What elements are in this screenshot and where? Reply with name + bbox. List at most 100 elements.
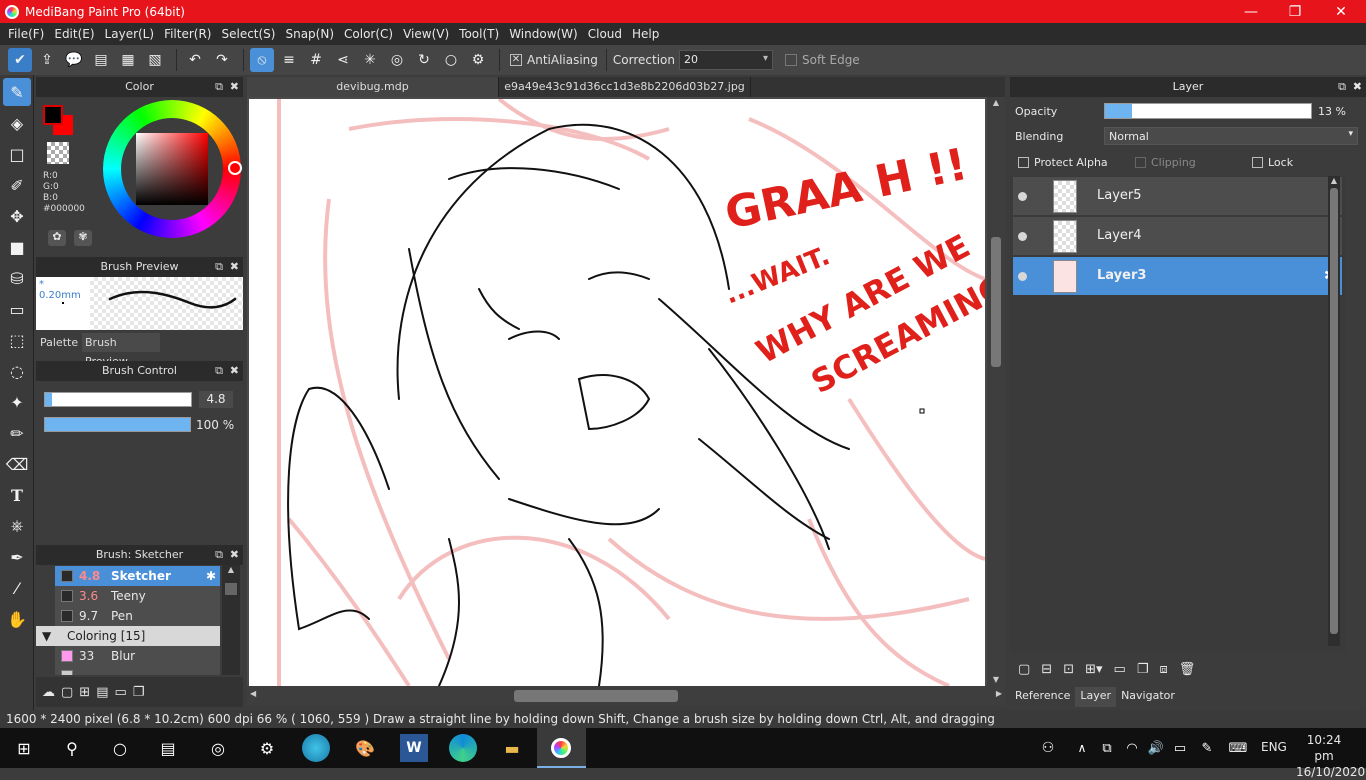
visibility-eye-icon[interactable] bbox=[1018, 192, 1027, 201]
dot-tool-icon[interactable]: ✐ bbox=[3, 171, 31, 199]
visibility-eye-icon[interactable] bbox=[1018, 272, 1027, 281]
select-pen-tool-icon[interactable]: ✏ bbox=[3, 419, 31, 447]
edge-icon[interactable] bbox=[449, 734, 477, 762]
correction-select[interactable]: 20 bbox=[679, 50, 773, 70]
lock-checkbox[interactable] bbox=[1252, 157, 1263, 168]
menu-tool[interactable]: Tool(T) bbox=[454, 27, 504, 41]
divide-tool-icon[interactable]: ⎈ bbox=[3, 512, 31, 540]
pen-icon[interactable]: ✎ bbox=[1193, 734, 1221, 762]
text-tool-icon[interactable]: T bbox=[3, 481, 31, 509]
close-icon[interactable]: ✖ bbox=[230, 545, 239, 565]
select-eraser-tool-icon[interactable]: ⌫ bbox=[3, 450, 31, 478]
layer-row-layer5[interactable]: Layer5 bbox=[1013, 177, 1342, 216]
app-icon-swirl[interactable]: ◎ bbox=[204, 734, 232, 762]
scroll-thumb[interactable] bbox=[1330, 188, 1338, 634]
protect-alpha-checkbox[interactable] bbox=[1018, 157, 1029, 168]
menu-view[interactable]: View(V) bbox=[398, 27, 454, 41]
canvas-horizontal-scrollbar[interactable]: ◀ ▶ bbox=[247, 686, 1005, 706]
parallel-snap-icon[interactable]: ≡ bbox=[277, 48, 301, 72]
scroll-thumb[interactable] bbox=[991, 237, 1001, 367]
blending-select[interactable]: Normal ▾ bbox=[1104, 127, 1358, 145]
antialiasing-checkbox[interactable]: ✕ bbox=[510, 54, 522, 66]
tab-palette[interactable]: Palette bbox=[36, 333, 82, 352]
brush-list-scrollbar[interactable]: ▲ bbox=[222, 565, 240, 675]
layer-row-layer3[interactable]: Layer3 ✱ bbox=[1013, 257, 1342, 296]
scroll-left-icon[interactable]: ◀ bbox=[250, 689, 256, 698]
scroll-up-icon[interactable]: ▲ bbox=[987, 97, 1005, 109]
close-icon[interactable]: ✖ bbox=[230, 77, 239, 97]
app-icon-sphere[interactable] bbox=[302, 734, 330, 762]
hue-knob[interactable] bbox=[228, 161, 242, 175]
redo-icon[interactable]: ↷ bbox=[210, 48, 234, 72]
folder-icon[interactable]: ▭ bbox=[115, 685, 127, 700]
brush-item-teeny[interactable]: 3.6 Teeny bbox=[55, 586, 220, 606]
battery-icon[interactable]: ▭ bbox=[1166, 734, 1194, 762]
saturation-value-square[interactable] bbox=[136, 133, 208, 205]
brush-tool-icon[interactable]: ✎ bbox=[3, 78, 31, 106]
brush-item-airbrush[interactable] bbox=[55, 666, 220, 675]
palette-icon[interactable]: ✿ bbox=[48, 230, 66, 246]
menu-window[interactable]: Window(W) bbox=[504, 27, 583, 41]
cortana-icon[interactable]: ○ bbox=[106, 734, 134, 762]
canvas-vertical-scrollbar[interactable]: ▲ ▼ bbox=[987, 97, 1005, 686]
windows-start-icon[interactable]: ⊞ bbox=[10, 734, 38, 762]
move-tool-icon[interactable]: ✥ bbox=[3, 202, 31, 230]
tab-layer[interactable]: Layer bbox=[1075, 687, 1117, 707]
new-brush-icon[interactable]: ▢ bbox=[61, 685, 73, 700]
menu-help[interactable]: Help bbox=[627, 27, 664, 41]
brush-settings-icon[interactable]: ▤ bbox=[96, 685, 108, 700]
eyedropper-tool-icon[interactable]: ⁄ bbox=[3, 574, 31, 602]
duplicate-layer-icon[interactable]: ❐ bbox=[1137, 662, 1149, 677]
scroll-thumb[interactable] bbox=[225, 583, 237, 595]
hand-tool-icon[interactable]: ✋ bbox=[3, 605, 31, 633]
curve-snap-icon[interactable]: ↻ bbox=[412, 48, 436, 72]
eraser-tool-icon[interactable]: ◈ bbox=[3, 109, 31, 137]
snap-off-icon[interactable]: ⦸ bbox=[250, 48, 274, 72]
popout-icon[interactable]: ⧉ bbox=[215, 257, 223, 277]
brush-item-blur[interactable]: 33 Blur bbox=[55, 646, 220, 666]
menu-filter[interactable]: Filter(R) bbox=[159, 27, 216, 41]
file-explorer-icon[interactable]: ▬ bbox=[498, 734, 526, 762]
active-app-medibang[interactable] bbox=[537, 728, 586, 768]
layer-opacity-slider[interactable] bbox=[1104, 103, 1312, 119]
merge-layer-icon[interactable]: ⧈ bbox=[1159, 662, 1167, 677]
concentric-snap-icon[interactable]: ◎ bbox=[385, 48, 409, 72]
check-icon[interactable]: ✔ bbox=[8, 48, 32, 72]
snap-settings-icon[interactable]: ⚙ bbox=[466, 48, 490, 72]
layer-row-layer4[interactable]: Layer4 bbox=[1013, 217, 1342, 256]
scroll-up-icon[interactable]: ▲ bbox=[1328, 176, 1340, 185]
tab-reference-image[interactable]: e9a49e43c91d36cc1d3e8b2206d03b27.jpg bbox=[499, 77, 751, 97]
panel-layout-icon[interactable]: ▦ bbox=[116, 48, 140, 72]
brush-opacity-slider[interactable] bbox=[44, 417, 191, 432]
comment-icon[interactable]: ▤ bbox=[89, 48, 113, 72]
language-indicator[interactable]: ENG bbox=[1261, 740, 1287, 754]
menu-select[interactable]: Select(S) bbox=[216, 27, 280, 41]
keyboard-icon[interactable]: ⌨ bbox=[1224, 734, 1252, 762]
pen-tool-icon[interactable]: ✒ bbox=[3, 543, 31, 571]
menu-snap[interactable]: Snap(N) bbox=[280, 27, 339, 41]
perspective-snap-icon[interactable]: ⋖ bbox=[331, 48, 355, 72]
gradient-tool-icon[interactable]: ▭ bbox=[3, 295, 31, 323]
new-8bit-layer-icon[interactable]: ⊟ bbox=[1041, 662, 1052, 677]
steam-icon[interactable]: ⚙ bbox=[253, 734, 281, 762]
minimize-button[interactable]: — bbox=[1228, 0, 1274, 23]
scroll-thumb[interactable] bbox=[514, 690, 678, 702]
restore-button[interactable]: ❐ bbox=[1272, 0, 1318, 23]
brush-item-sketcher[interactable]: 4.8 Sketcher ✱ bbox=[55, 566, 220, 586]
scroll-up-icon[interactable]: ▲ bbox=[222, 565, 240, 574]
shape-tool-icon[interactable]: □ bbox=[3, 140, 31, 168]
template-icon[interactable]: ▧ bbox=[143, 48, 167, 72]
brush-group-coloring[interactable]: ▼ Coloring [15] bbox=[36, 626, 220, 646]
collapse-arrow-icon[interactable]: ▼ bbox=[42, 626, 51, 646]
close-icon[interactable]: ✖ bbox=[230, 361, 239, 381]
popout-icon[interactable]: ⧉ bbox=[215, 77, 223, 97]
tab-devibug[interactable]: devibug.mdp bbox=[247, 77, 499, 97]
clipping-checkbox[interactable] bbox=[1135, 157, 1146, 168]
search-icon[interactable]: ⚲ bbox=[58, 734, 86, 762]
add-brush-icon[interactable]: ⊞ bbox=[79, 685, 90, 700]
bucket-tool-icon[interactable]: ⛁ bbox=[3, 264, 31, 292]
visibility-eye-icon[interactable] bbox=[1018, 232, 1027, 241]
close-icon[interactable]: ✖ bbox=[1353, 77, 1362, 97]
hue-wheel[interactable] bbox=[103, 100, 242, 238]
chevron-up-icon[interactable]: ∧ bbox=[1068, 734, 1096, 762]
